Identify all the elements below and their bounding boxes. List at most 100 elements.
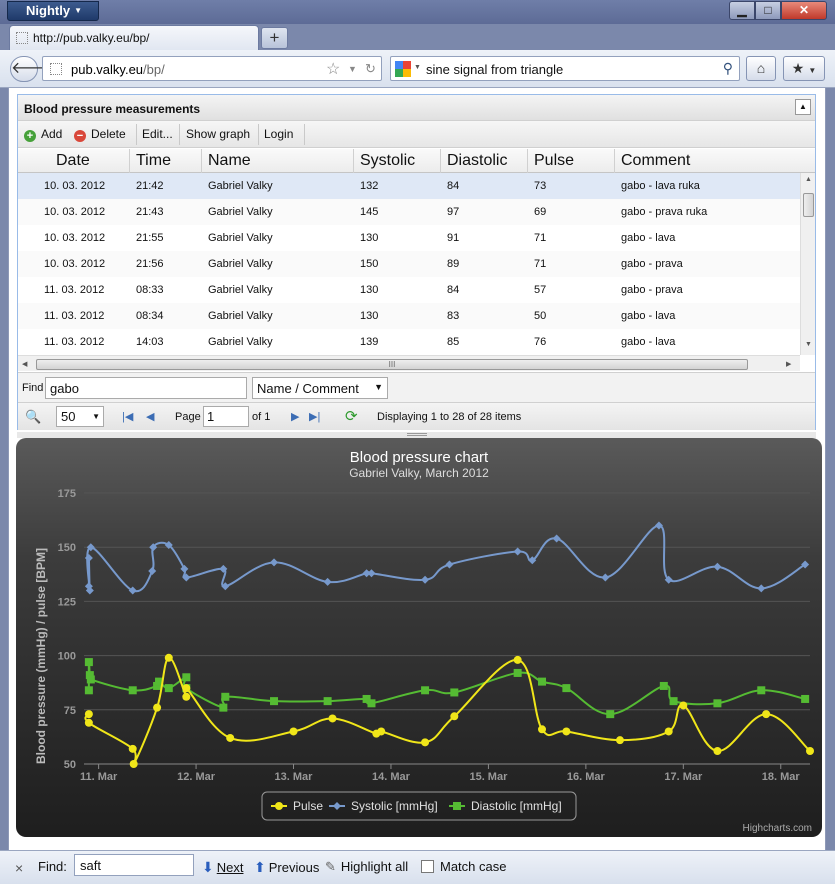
scroll-left-icon[interactable]: ◀ [22, 360, 27, 368]
add-label: Add [41, 127, 63, 141]
new-tab-button[interactable]: + [261, 27, 288, 49]
cell-date: 11. 03. 2012 [44, 336, 105, 348]
url-bar[interactable]: pub.valky.eu/bp/ ☆ ▼ ↻ [42, 56, 382, 81]
data-point-0 [328, 714, 337, 723]
match-case-checkbox[interactable]: Match case [421, 859, 506, 874]
star-icon[interactable]: ☆ [326, 59, 340, 79]
data-point-0 [153, 703, 162, 712]
data-point-1 [270, 558, 279, 567]
table-row[interactable]: 10. 03. 2012 21:55 Gabriel Valky 130 91 71 gab… [18, 225, 800, 251]
cell-name: Gabriel Valky [208, 258, 273, 270]
data-point-0 [538, 725, 547, 734]
data-point-2 [606, 710, 615, 719]
find-bar: × Find: saft ⬇ Next ⬆ Previous ✎ Highlight … [0, 850, 835, 884]
cell-systolic: 130 [360, 310, 379, 322]
search-input[interactable]: sine signal from triangle [426, 62, 563, 77]
scroll-right-icon[interactable]: ▶ [786, 360, 791, 368]
data-point-2 [182, 673, 191, 682]
last-page-icon[interactable]: ▶| [309, 410, 320, 423]
table-row[interactable]: 10. 03. 2012 21:56 Gabriel Valky 150 89 71 gab… [18, 251, 800, 277]
cell-systolic: 132 [360, 180, 379, 192]
data-point-1 [367, 569, 376, 578]
show-graph-button[interactable]: Show graph [182, 124, 254, 145]
magnifier-icon[interactable]: ⚲ [723, 60, 733, 77]
cell-systolic: 130 [360, 232, 379, 244]
find-previous-button[interactable]: ⬆ Previous [254, 859, 319, 876]
add-button[interactable]: + Add [20, 124, 70, 145]
cell-pulse: 73 [534, 180, 547, 192]
legend-marker-0 [275, 802, 283, 810]
history-dropdown-icon[interactable]: ▼ [348, 64, 357, 74]
chart-credits[interactable]: Highcharts.com [743, 823, 812, 834]
previous-page-icon[interactable]: ◀ [146, 410, 154, 423]
highlight-all-label: Highlight all [340, 859, 409, 874]
page-size-value: 50 [61, 409, 76, 424]
data-point-2 [713, 699, 722, 708]
horizontal-scrollbar[interactable]: ◀ III ▶ [18, 355, 800, 371]
data-point-0 [762, 710, 771, 719]
home-button[interactable]: ⌂ [746, 56, 776, 81]
close-findbar-icon[interactable]: × [15, 860, 23, 876]
scroll-down-icon[interactable]: ▼ [805, 341, 812, 348]
cell-name: Gabriel Valky [208, 232, 273, 244]
minimize-button[interactable]: ▁ [729, 1, 755, 20]
column-header-time[interactable]: Time [130, 149, 202, 173]
chart-title: Blood pressure chart [350, 449, 489, 466]
app-menu-button[interactable]: Nightly ▼ [7, 1, 99, 21]
table-row[interactable]: 10. 03. 2012 21:43 Gabriel Valky 145 97 69 gab… [18, 199, 800, 225]
page-number-input[interactable]: 1 [203, 406, 249, 427]
maximize-button[interactable]: □ [755, 1, 781, 20]
x-tick-label: 12. Mar [177, 771, 216, 783]
x-tick-label: 14. Mar [372, 771, 411, 783]
search-bar[interactable]: ▼ sine signal from triangle ⚲ [390, 56, 740, 81]
data-point-1 [713, 562, 722, 571]
table-row[interactable]: 11. 03. 2012 14:03 Gabriel Valky 139 85 76 gab… [18, 329, 800, 355]
edit-button[interactable]: Edit... [138, 124, 178, 145]
table-row[interactable]: 11. 03. 2012 08:33 Gabriel Valky 130 84 57 gab… [18, 277, 800, 303]
chart-subtitle: Gabriel Valky, March 2012 [349, 466, 489, 480]
data-point-2 [801, 694, 810, 703]
refresh-icon[interactable]: ⟳ [345, 407, 358, 425]
findbar-input[interactable]: saft [74, 854, 194, 876]
y-axis-title: Blood pressure (mmHg) / pulse [BPM] [34, 548, 48, 764]
first-page-icon[interactable]: |◀ [122, 410, 133, 423]
find-field-select[interactable]: Name / Comment ▼ [252, 377, 388, 399]
vertical-scrollbar[interactable]: ▲ ▼ [800, 173, 815, 355]
data-point-0 [182, 692, 191, 701]
cell-diastolic: 91 [447, 232, 460, 244]
collapse-icon[interactable]: ▲ [795, 99, 811, 115]
login-button[interactable]: Login [260, 124, 302, 145]
column-header-pulse[interactable]: Pulse [528, 149, 615, 173]
find-next-button[interactable]: ⬇ Next [202, 859, 243, 876]
reload-icon[interactable]: ↻ [365, 61, 376, 77]
url-path: /bp/ [143, 62, 165, 77]
magnifier-icon[interactable]: 🔍 [25, 409, 41, 425]
highlight-all-button[interactable]: ✎ Highlight all [325, 859, 408, 875]
search-engine-icon[interactable] [395, 61, 411, 77]
browser-tab[interactable]: http://pub.valky.eu/bp/ [9, 25, 259, 50]
column-header-date[interactable]: Date [18, 149, 130, 173]
scroll-up-icon[interactable]: ▲ [805, 176, 812, 183]
cell-time: 21:56 [136, 258, 164, 270]
close-window-button[interactable]: ✕ [781, 1, 827, 20]
horizontal-scroll-thumb[interactable]: III [36, 359, 748, 370]
grid-body: 10. 03. 2012 21:42 Gabriel Valky 132 84 73 gab… [18, 173, 800, 355]
vertical-scroll-thumb[interactable] [803, 193, 814, 217]
delete-button[interactable]: − Delete [70, 124, 132, 145]
site-identity-icon[interactable] [50, 63, 62, 75]
splitter-grip[interactable] [407, 433, 427, 436]
column-header-name[interactable]: Name [202, 149, 354, 173]
bookmarks-button[interactable]: ★ ▼ [783, 56, 825, 81]
column-header-diastolic[interactable]: Diastolic [441, 149, 528, 173]
next-page-icon[interactable]: ▶ [291, 410, 299, 423]
engine-dropdown-icon[interactable]: ▼ [414, 64, 421, 71]
chart-legend[interactable]: Pulse Systolic [mmHg] Diastolic [mmHg] [261, 791, 577, 821]
page-size-select[interactable]: 50 ▼ [56, 406, 104, 427]
column-header-systolic[interactable]: Systolic [354, 149, 441, 173]
find-input[interactable]: gabo [45, 377, 247, 399]
back-button[interactable]: 🡐 [10, 56, 54, 82]
table-row[interactable]: 11. 03. 2012 08:34 Gabriel Valky 130 83 50 gab… [18, 303, 800, 329]
column-header-comment[interactable]: Comment [615, 149, 815, 173]
data-point-0 [128, 744, 137, 753]
table-row[interactable]: 10. 03. 2012 21:42 Gabriel Valky 132 84 73 gab… [18, 173, 800, 199]
